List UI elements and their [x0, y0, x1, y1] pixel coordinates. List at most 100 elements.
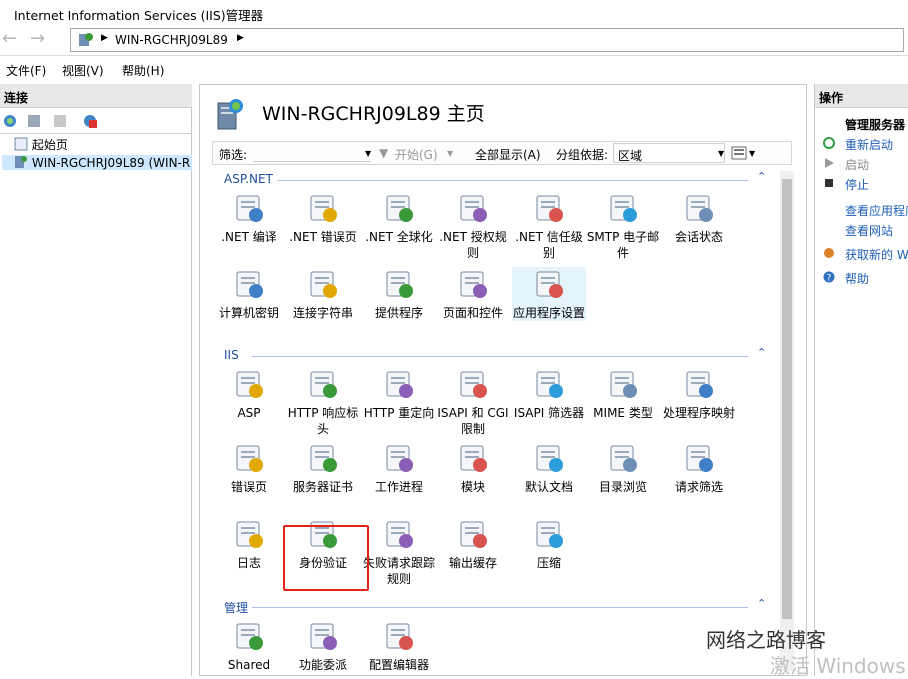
feature-item[interactable]: .NET 信任级别: [512, 191, 586, 261]
filter-dropdown-icon[interactable]: ▼: [365, 149, 371, 158]
action-help[interactable]: 帮助: [845, 270, 869, 287]
collapse-icon[interactable]: ⌃: [757, 171, 766, 183]
pages-controls-icon: [460, 271, 487, 298]
help-icon: ?: [823, 271, 835, 283]
server-icon: [79, 33, 93, 46]
feature-item[interactable]: .NET 全球化: [362, 191, 436, 245]
server-certificates-icon: [310, 445, 337, 472]
start-page-icon: [14, 137, 28, 151]
action-view-apps[interactable]: 查看应用程序: [845, 202, 908, 219]
feature-item[interactable]: Shared: [212, 619, 286, 671]
feature-item[interactable]: 请求筛选: [662, 441, 736, 495]
start-dropdown-icon[interactable]: ▼: [447, 149, 453, 158]
collapse-icon[interactable]: ⌃: [757, 346, 766, 359]
action-start[interactable]: 启动: [845, 156, 869, 173]
feature-item[interactable]: 页面和控件: [436, 267, 510, 321]
forward-arrow-icon[interactable]: →: [30, 30, 52, 50]
title-bar: Internet Information Services (IIS)管理器: [0, 0, 908, 24]
connect-icon[interactable]: [2, 113, 18, 129]
feature-item[interactable]: 失败请求跟踪规则: [362, 517, 436, 587]
feature-item[interactable]: 工作进程: [362, 441, 436, 495]
actions-header: 操作: [815, 84, 908, 108]
feature-item[interactable]: 服务器证书: [286, 441, 360, 495]
directory-browsing-icon: [610, 445, 637, 472]
feature-item[interactable]: MIME 类型: [586, 367, 660, 421]
feature-item[interactable]: ASP: [212, 367, 286, 421]
feature-label: 工作进程: [374, 480, 423, 494]
feature-item[interactable]: 默认文档: [512, 441, 586, 495]
feature-item[interactable]: 输出缓存: [436, 517, 510, 571]
filter-label: 筛选:: [219, 148, 248, 162]
feature-item[interactable]: 压缩: [512, 517, 586, 571]
feature-item[interactable]: .NET 授权规则: [436, 191, 510, 261]
feature-item[interactable]: 模块: [436, 441, 510, 495]
up-icon[interactable]: [52, 113, 68, 129]
feature-label: .NET 授权规则: [439, 230, 507, 260]
feature-item[interactable]: .NET 编译: [212, 191, 286, 245]
net-trust-levels-icon: [536, 195, 563, 222]
feature-label: 默认文档: [524, 480, 573, 494]
feature-label: 模块: [460, 480, 485, 494]
action-get-new[interactable]: 获取新的 W: [845, 246, 908, 263]
features-pane: WIN-RGCHRJ09L89 主页 筛选: ▼ ▼ 开始(G) ▼ 全部显示(…: [199, 84, 807, 676]
feature-item[interactable]: .NET 错误页: [286, 191, 360, 245]
scrollbar[interactable]: [780, 171, 794, 671]
feature-item[interactable]: 处理程序映射: [662, 367, 736, 421]
breadcrumb-next-icon[interactable]: ▶: [237, 33, 244, 43]
feature-item[interactable]: ISAPI 筛选器: [512, 367, 586, 421]
feature-label: ASP: [237, 406, 261, 420]
action-stop[interactable]: 停止: [845, 176, 869, 193]
scrollbar-thumb[interactable]: [782, 179, 792, 619]
feature-item[interactable]: 会话状态: [662, 191, 736, 245]
feature-item[interactable]: 功能委派: [286, 619, 360, 671]
feature-label: .NET 编译: [221, 230, 277, 244]
view-dropdown-icon[interactable]: ▼: [749, 149, 755, 158]
section-label: 管理: [224, 599, 253, 616]
tree-start-page[interactable]: 起始页: [14, 136, 68, 153]
section-aspnet[interactable]: ASP.NET ⌃: [212, 171, 766, 187]
feature-item[interactable]: 连接字符串: [286, 267, 360, 321]
show-all-button[interactable]: 全部显示(A): [475, 146, 541, 163]
tree-server-node[interactable]: WIN-RGCHRJ09L89 (WIN-R: [2, 155, 192, 170]
group-by-select[interactable]: 区域 ▼: [613, 143, 725, 163]
config-editor-icon: [386, 623, 413, 650]
section-iis[interactable]: IIS ⌃: [212, 346, 766, 363]
action-view-sites[interactable]: 查看网站: [845, 222, 893, 239]
feature-item[interactable]: HTTP 重定向: [362, 367, 436, 421]
filter-input[interactable]: [253, 144, 371, 162]
feature-item[interactable]: ISAPI 和 CGI 限制: [436, 367, 510, 437]
net-compile-icon: [236, 195, 263, 222]
feature-item[interactable]: 应用程序设置: [512, 267, 586, 321]
back-arrow-icon[interactable]: ←: [2, 30, 24, 50]
section-management[interactable]: 管理 ⌃: [212, 597, 766, 616]
feature-label: ISAPI 筛选器: [513, 406, 585, 420]
feature-label: 配置编辑器: [368, 658, 429, 671]
menu-help[interactable]: 帮助(H): [122, 62, 164, 79]
start-button[interactable]: 开始(G): [395, 146, 438, 163]
feature-item[interactable]: 提供程序: [362, 267, 436, 321]
action-restart[interactable]: 重新启动: [845, 136, 893, 153]
collapse-icon[interactable]: ⌃: [757, 597, 766, 610]
providers-icon: [386, 271, 413, 298]
mime-types-icon: [610, 371, 637, 398]
feature-item[interactable]: 错误页: [212, 441, 286, 495]
disconnect-icon[interactable]: [82, 113, 98, 129]
feature-item[interactable]: 计算机密钥: [212, 267, 286, 321]
feature-item[interactable]: 配置编辑器: [362, 619, 436, 671]
smtp-email-icon: [610, 195, 637, 222]
menu-file[interactable]: 文件(F): [6, 62, 46, 79]
feature-label: .NET 信任级别: [515, 230, 583, 260]
connection-strings-icon: [310, 271, 337, 298]
save-icon[interactable]: [26, 113, 42, 129]
feature-label: 压缩: [536, 556, 561, 570]
section-label: ASP.NET: [224, 172, 277, 186]
feature-item[interactable]: SMTP 电子邮件: [586, 191, 660, 261]
view-mode-icon[interactable]: [731, 146, 747, 160]
feature-item[interactable]: 日志: [212, 517, 286, 571]
address-box[interactable]: ▶ WIN-RGCHRJ09L89 ▶: [70, 28, 904, 52]
output-caching-icon: [460, 521, 487, 548]
menu-view[interactable]: 视图(V): [62, 62, 104, 79]
feature-item[interactable]: 目录浏览: [586, 441, 660, 495]
feature-item[interactable]: HTTP 响应标头: [286, 367, 360, 437]
feature-label: HTTP 重定向: [363, 406, 435, 420]
